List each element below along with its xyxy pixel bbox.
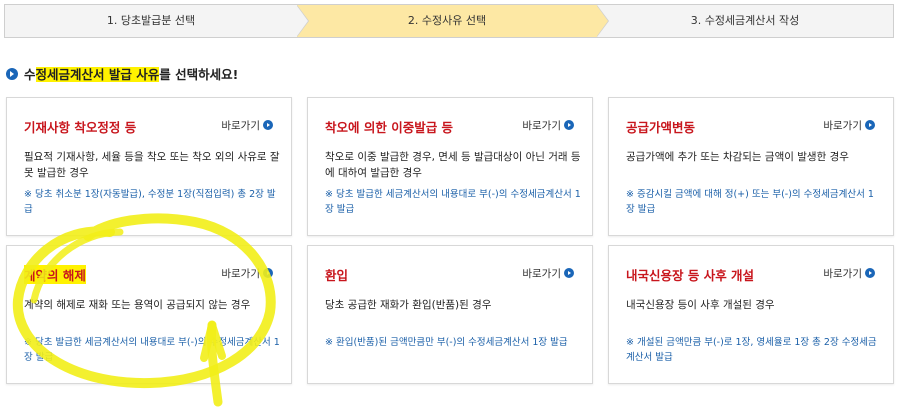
card-description: 계약의 해제로 재화 또는 용역이 공급되지 않는 경우: [24, 299, 251, 311]
step-progress-bar: 1. 당초발급분 선택 2. 수정사유 선택 3. 수정세금계산서 작성: [4, 4, 894, 38]
card-description: 착오로 이중 발급한 경우, 면세 등 발급대상이 아닌 거래 등에 대하여 발…: [325, 151, 581, 179]
reason-card-contract-cancellation[interactable]: 계약의 해제 바로가기 계약의 해제로 재화 또는 용역이 공급되지 않는 경우…: [6, 245, 292, 384]
goto-label: 바로가기: [522, 120, 561, 132]
arrow-right-circle-icon: [865, 120, 875, 130]
heading-highlight: 정세금계산서 발급 사유: [35, 67, 160, 82]
card-title: 공급가액변동: [626, 120, 696, 135]
card-title: 내국신용장 등 사후 개설: [626, 268, 755, 283]
goto-link[interactable]: 바로가기: [522, 266, 574, 281]
goto-link[interactable]: 바로가기: [823, 118, 875, 133]
reason-card-return[interactable]: 환입 바로가기 당초 공급한 재화가 환입(반품)된 경우 ※ 환입(반품)된 …: [307, 245, 593, 384]
card-note: ※ 당초 취소분 1장(자동발급), 수정분 1장(직접입력) 총 2장 발급: [24, 189, 276, 215]
card-description: 당초 공급한 재화가 환입(반품)된 경우: [325, 299, 492, 311]
goto-link[interactable]: 바로가기: [221, 266, 273, 281]
goto-label: 바로가기: [823, 268, 862, 280]
reason-card-duplicate-issue[interactable]: 착오에 의한 이중발급 등 바로가기 착오로 이중 발급한 경우, 면세 등 발…: [307, 97, 593, 236]
goto-link[interactable]: 바로가기: [823, 266, 875, 281]
card-title: 환입: [325, 268, 349, 283]
step-3: 3. 수정세금계산서 작성: [690, 14, 800, 27]
card-description: 내국신용장 등이 사후 개설된 경우: [626, 299, 775, 311]
goto-label: 바로가기: [522, 268, 561, 280]
reason-card-supply-value-change[interactable]: 공급가액변동 바로가기 공급가액에 추가 또는 차감되는 금액이 발생한 경우 …: [608, 97, 894, 236]
bullet-arrow-icon: [6, 68, 18, 80]
card-note: ※ 당초 발급한 세금계산서의 내용대로 부(-)의 수정세금계산서 1장 발급: [24, 337, 280, 363]
step-1: 1. 당초발급분 선택: [106, 14, 196, 27]
card-title: 착오에 의한 이중발급 등: [325, 120, 454, 135]
step-separator-arrow-inner: [297, 6, 308, 36]
arrow-right-circle-icon: [564, 120, 574, 130]
section-heading: 수정세금계산서 발급 사유를 선택하세요!: [6, 66, 238, 84]
card-title: 기재사항 착오정정 등: [24, 120, 137, 135]
heading-prefix: 수: [24, 67, 36, 82]
card-note: ※ 환입(반품)된 금액만큼만 부(-)의 수정세금계산서 1장 발급: [325, 337, 568, 348]
card-note: ※ 개설된 금액만큼 부(-)로 1장, 영세율로 1장 총 2장 수정세금계산…: [626, 337, 877, 363]
card-title: 계약의 해제: [24, 265, 86, 284]
heading-suffix: 를 선택하세요!: [159, 67, 239, 82]
card-description: 필요적 기재사항, 세율 등을 착오 또는 착오 외의 사유로 잘못 발급한 경…: [24, 151, 280, 179]
goto-label: 바로가기: [823, 120, 862, 132]
card-description: 공급가액에 추가 또는 차감되는 금액이 발생한 경우: [626, 151, 849, 163]
arrow-right-circle-icon: [564, 268, 574, 278]
reason-card-error-correction[interactable]: 기재사항 착오정정 등 바로가기 필요적 기재사항, 세율 등을 착오 또는 착…: [6, 97, 292, 236]
goto-link[interactable]: 바로가기: [221, 118, 273, 133]
arrow-right-circle-icon: [865, 268, 875, 278]
reason-card-local-lc-post-opening[interactable]: 내국신용장 등 사후 개설 바로가기 내국신용장 등이 사후 개설된 경우 ※ …: [608, 245, 894, 384]
goto-label: 바로가기: [221, 120, 260, 132]
card-note: ※ 당초 발급한 세금계산서의 내용대로 부(-)의 수정세금계산서 1장 발급: [325, 189, 581, 215]
goto-label: 바로가기: [221, 268, 260, 280]
step-separator-arrow-inner: [597, 6, 608, 36]
goto-link[interactable]: 바로가기: [522, 118, 574, 133]
step-2-active: 2. 수정사유 선택: [297, 5, 597, 37]
arrow-right-circle-icon: [263, 120, 273, 130]
card-note: ※ 증감시킬 금액에 대해 정(+) 또는 부(-)의 수정세금계산서 1장 발…: [626, 189, 874, 215]
arrow-right-circle-icon: [263, 268, 273, 278]
